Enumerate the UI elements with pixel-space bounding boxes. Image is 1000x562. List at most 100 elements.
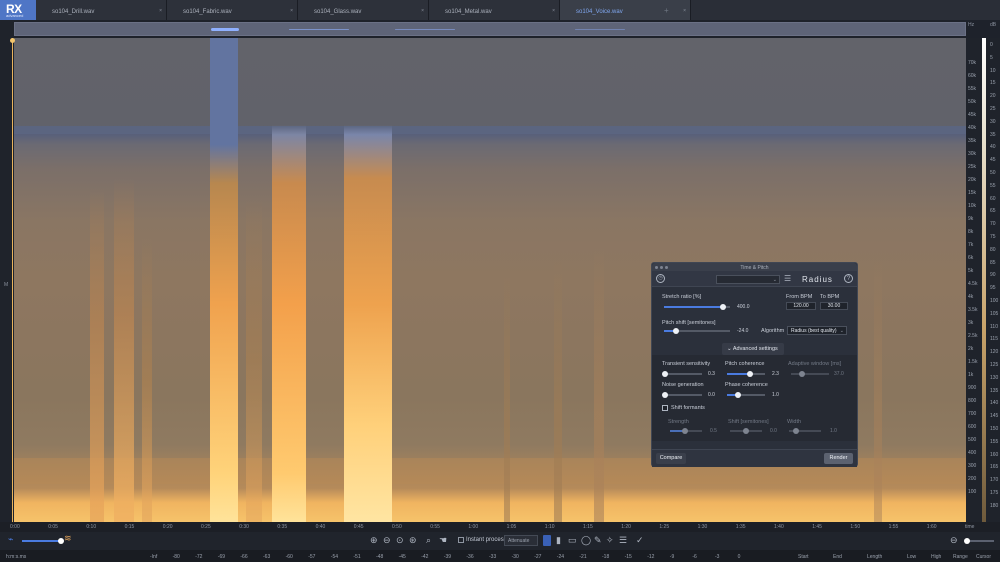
instant-process-label: Instant process bbox=[466, 537, 507, 543]
pitch-shift-value[interactable]: -24.0 bbox=[737, 328, 748, 334]
slider-knob[interactable] bbox=[662, 371, 668, 377]
waveform-icon[interactable]: ⌁ bbox=[8, 534, 13, 545]
playhead-handle[interactable] bbox=[10, 38, 15, 43]
menu-icon[interactable]: ☰ bbox=[784, 274, 791, 283]
pitch-coherence-slider[interactable] bbox=[727, 371, 765, 377]
time-format-select[interactable]: h:m:s.ms bbox=[6, 554, 26, 560]
slider-knob[interactable] bbox=[720, 304, 727, 310]
render-button[interactable]: Render bbox=[824, 453, 853, 464]
adaptive-window-value[interactable]: 37.0 bbox=[834, 371, 844, 377]
strength-value[interactable]: 0.5 bbox=[710, 428, 717, 434]
transient-sensitivity-value[interactable]: 0.3 bbox=[708, 371, 715, 377]
tab-close-icon[interactable]: × bbox=[552, 8, 555, 14]
algorithm-select[interactable]: Radius (best quality) ⌄ bbox=[787, 326, 847, 335]
horizontal-zoom-slider[interactable] bbox=[964, 538, 994, 544]
zoom-fit-icon[interactable]: ⊛ bbox=[409, 535, 417, 546]
phase-coherence-slider[interactable] bbox=[727, 392, 765, 398]
apply-icon[interactable]: ✓ bbox=[636, 535, 644, 546]
logo-subtitle: advanced bbox=[6, 13, 24, 18]
stretch-ratio-value[interactable]: 400.0 bbox=[737, 304, 750, 310]
tab-close-icon[interactable]: × bbox=[290, 8, 293, 14]
shift-formants-checkbox[interactable] bbox=[662, 405, 668, 411]
stretch-ratio-label: Stretch ratio [%] bbox=[662, 294, 702, 300]
slider-knob[interactable] bbox=[672, 328, 679, 334]
noise-generation-value[interactable]: 0.0 bbox=[708, 392, 715, 398]
to-bpm-field[interactable]: 30.00 bbox=[820, 302, 848, 310]
playhead[interactable] bbox=[12, 38, 13, 522]
noise-generation-slider[interactable] bbox=[662, 392, 702, 398]
algorithm-label: Algorithm bbox=[761, 328, 785, 334]
time-tick-label: time bbox=[965, 524, 975, 530]
formant-shift-slider[interactable] bbox=[730, 428, 762, 434]
history-clock-icon[interactable]: ◷ bbox=[656, 274, 665, 283]
overview-peak bbox=[395, 29, 455, 30]
time-ruler[interactable]: 0:00 0:05 0:10 0:15 0:20 0:25 0:30 0:35 0:40 0:45… bbox=[0, 522, 1000, 532]
slider-knob[interactable] bbox=[964, 538, 970, 544]
tab-glass[interactable]: so104_Glass.wav × bbox=[298, 0, 429, 20]
magnify-icon[interactable]: ⌕ bbox=[426, 535, 431, 546]
time-select-icon[interactable] bbox=[543, 535, 551, 546]
app-logo[interactable]: RX advanced bbox=[0, 0, 36, 20]
tab-metal[interactable]: so104_Metal.wav × bbox=[429, 0, 560, 20]
harmonic-select-icon[interactable]: ☰ bbox=[619, 535, 627, 546]
from-bpm-field[interactable]: 120.00 bbox=[786, 302, 816, 310]
waveform-overview[interactable] bbox=[14, 22, 966, 36]
strength-slider[interactable] bbox=[670, 428, 702, 434]
lasso-icon[interactable]: ◯ bbox=[581, 535, 591, 546]
transient-sensitivity-slider[interactable] bbox=[662, 371, 702, 377]
width-slider[interactable] bbox=[789, 428, 821, 434]
instant-process-checkbox[interactable] bbox=[458, 537, 464, 543]
db-tick-label: 150 bbox=[990, 426, 999, 432]
compare-button[interactable]: Compare bbox=[656, 453, 686, 464]
slider-knob[interactable] bbox=[793, 428, 799, 434]
spectrogram-icon[interactable]: ≋ bbox=[64, 533, 72, 544]
meter-tick-label: -15 bbox=[624, 554, 632, 560]
tab-close-icon[interactable]: × bbox=[683, 8, 686, 14]
stretch-ratio-slider[interactable] bbox=[664, 304, 730, 310]
zoom-selection-icon[interactable]: ⊙ bbox=[396, 535, 404, 546]
hz-tick-label: 2k bbox=[968, 346, 974, 352]
hz-tick-label: 50k bbox=[968, 99, 977, 105]
time-tick-label: 0:15 bbox=[124, 524, 135, 530]
panel-titlebar[interactable]: Time & Pitch bbox=[652, 263, 857, 271]
tab-close-icon[interactable]: × bbox=[159, 8, 162, 14]
advanced-settings-toggle[interactable]: ⌄ Advanced settings bbox=[722, 343, 784, 355]
meter-tick-label: -21 bbox=[579, 554, 587, 560]
formant-shift-value[interactable]: 0.0 bbox=[770, 428, 777, 434]
time-tick-label: 1:55 bbox=[888, 524, 899, 530]
adaptive-window-slider[interactable] bbox=[791, 371, 829, 377]
help-icon[interactable]: ? bbox=[844, 274, 853, 283]
slider-knob[interactable] bbox=[743, 428, 749, 434]
waveform-spectrogram-slider[interactable] bbox=[22, 538, 64, 544]
brush-icon[interactable]: ✎ bbox=[594, 535, 602, 546]
tab-fabric[interactable]: so104_Fabric.wav × bbox=[167, 0, 298, 20]
time-tick-label: 0:10 bbox=[86, 524, 97, 530]
slider-knob[interactable] bbox=[747, 371, 753, 377]
db-tick-label: 120 bbox=[990, 349, 999, 356]
slider-knob[interactable] bbox=[799, 371, 805, 377]
zoom-in-icon[interactable]: ⊕ bbox=[370, 535, 378, 546]
pitch-coherence-value[interactable]: 2.3 bbox=[772, 371, 779, 377]
time-freq-select-icon[interactable]: ▭ bbox=[568, 535, 577, 546]
preset-select[interactable]: ⌄ bbox=[716, 275, 780, 284]
tab-drill[interactable]: so104_Drill.wav × bbox=[36, 0, 167, 20]
db-tick-label: 20 bbox=[990, 93, 996, 100]
zoom-out-icon[interactable]: ⊖ bbox=[383, 535, 391, 546]
tab-voice[interactable]: so104_Voice.wav × bbox=[560, 0, 691, 20]
new-tab-icon[interactable]: + bbox=[664, 6, 669, 15]
pitch-shift-label: Pitch shift [semitones] bbox=[662, 320, 716, 326]
slider-knob[interactable] bbox=[735, 392, 741, 398]
file-tabs: so104_Drill.wav × so104_Fabric.wav × so104… bbox=[36, 0, 1000, 20]
slider-knob[interactable] bbox=[682, 428, 688, 434]
tab-close-icon[interactable]: × bbox=[421, 8, 424, 14]
width-value[interactable]: 1.0 bbox=[830, 428, 837, 434]
slider-knob[interactable] bbox=[662, 392, 668, 398]
zoom-horizontal-icon[interactable]: ⊖ bbox=[950, 535, 958, 546]
phase-coherence-value[interactable]: 1.0 bbox=[772, 392, 779, 398]
frequency-scale[interactable]: Hz dB 70k 60k 55k 50k 45k 40k 35k 30k 25k 20k 15k 1… bbox=[966, 22, 1000, 522]
hand-icon[interactable]: ☚ bbox=[439, 535, 447, 546]
pitch-shift-slider[interactable] bbox=[664, 328, 730, 334]
frequency-select-icon[interactable]: ▮ bbox=[556, 535, 561, 546]
process-mode-select[interactable]: Attenuate bbox=[504, 535, 538, 546]
magic-wand-icon[interactable]: ✧ bbox=[606, 535, 614, 546]
